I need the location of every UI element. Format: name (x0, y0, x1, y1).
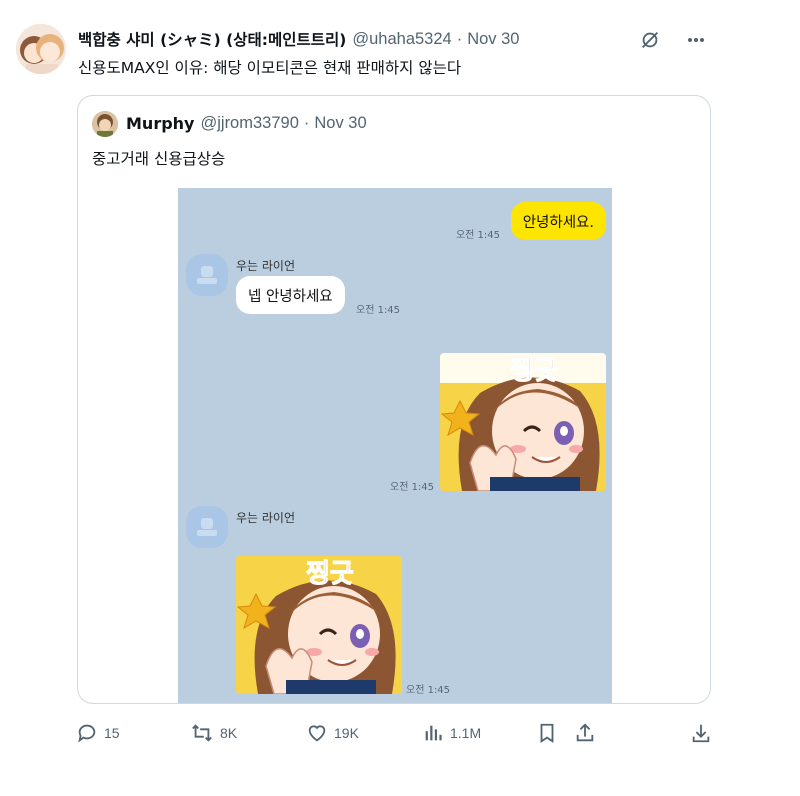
download-button[interactable] (690, 718, 712, 748)
views-button[interactable]: 1.1M (422, 718, 481, 748)
share-icon (576, 723, 594, 742)
person-icon (197, 518, 217, 536)
heart-icon (308, 725, 326, 742)
tweet-header: 백합충 샤미 (シャミ) (상태:메인트트리) @uhaha5324 · Nov… (78, 28, 519, 50)
quote-header: Murphy @jjrom33790 · Nov 30 (126, 114, 367, 133)
quote-text: 중고거래 신용급상승 (92, 150, 226, 168)
reply-button[interactable]: 15 (76, 718, 120, 748)
bookmark-icon (540, 723, 554, 743)
separator-dot: · (456, 29, 463, 48)
reply-count: 15 (104, 725, 120, 741)
message-time: 오전 1:45 (390, 482, 435, 493)
message-time: 오전 1:45 (356, 305, 401, 316)
author-avatar[interactable] (16, 24, 66, 74)
reply-icon (78, 724, 96, 743)
sticker-caption: 찡긋 (306, 559, 354, 589)
retweet-button[interactable]: 8K (190, 718, 237, 748)
bookmark-button[interactable] (536, 718, 558, 748)
friend-message-bubble: 넵 안녕하세요 (236, 276, 345, 314)
download-icon (692, 724, 710, 743)
grok-icon[interactable] (638, 28, 662, 52)
person-icon (197, 266, 217, 284)
sticker-caption: 찡긋 (510, 356, 558, 386)
friend-avatar (186, 254, 228, 296)
share-button[interactable] (574, 718, 596, 748)
my-message-bubble: 안녕하세요. (510, 202, 606, 240)
author-handle[interactable]: @uhaha5324 (352, 30, 451, 49)
retweet-icon (192, 724, 212, 742)
chat-screenshot[interactable]: 안녕하세요. 오전 1:45 우는 라이언 넵 안녕하세요 오전 1:45 찡긋… (178, 188, 612, 703)
friend-name: 우는 라이언 (236, 511, 296, 525)
quote-author-avatar (92, 111, 118, 137)
quote-author-display-name[interactable]: Murphy (126, 114, 194, 133)
tweet-text: 신용도MAX인 이유: 해당 이모티콘은 현재 판매하지 않는다 (78, 59, 462, 77)
friend-sticker-image: 찡긋 (236, 556, 402, 694)
tweet-action-bar: 15 8K 19K 1.1M (0, 718, 800, 748)
friend-avatar (186, 506, 228, 548)
tweet: 백합충 샤미 (シャミ) (상태:메인트트리) @uhaha5324 · Nov… (0, 0, 800, 796)
friend-name: 우는 라이언 (236, 259, 296, 273)
quoted-tweet[interactable]: Murphy @jjrom33790 · Nov 30 중고거래 신용급상승 안… (77, 95, 711, 704)
quote-author-handle[interactable]: @jjrom33790 (200, 114, 298, 133)
more-options-icon[interactable] (684, 28, 708, 52)
quote-separator-dot: · (303, 114, 310, 132)
my-sticker-image: 찡긋 (440, 353, 606, 491)
header-actions (638, 28, 708, 52)
quote-date: Nov 30 (314, 114, 367, 132)
author-display-name[interactable]: 백합충 샤미 (シャミ) (상태:메인트트리) (78, 28, 346, 50)
views-icon (425, 725, 442, 741)
like-button[interactable]: 19K (306, 718, 359, 748)
like-count: 19K (334, 725, 359, 741)
views-count: 1.1M (450, 725, 482, 741)
tweet-date[interactable]: Nov 30 (467, 30, 519, 49)
retweet-count: 8K (220, 725, 238, 741)
message-time: 오전 1:45 (455, 230, 500, 241)
message-time: 오전 1:45 (406, 685, 451, 696)
